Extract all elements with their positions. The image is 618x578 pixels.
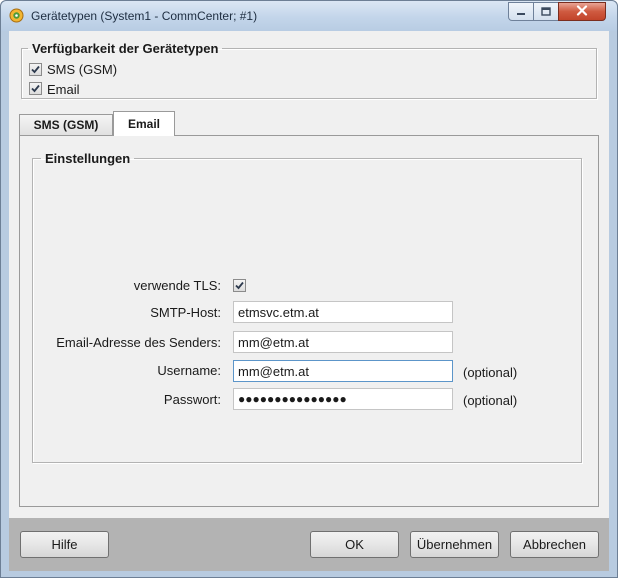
- tls-checkbox[interactable]: [233, 279, 246, 292]
- email-tab-panel: Einstellungen verwende TLS: SMTP-Host: e…: [19, 135, 599, 507]
- email-checkbox[interactable]: [29, 82, 42, 95]
- tab-email[interactable]: Email: [113, 111, 175, 136]
- maximize-icon: [541, 5, 551, 19]
- username-optional-hint: (optional): [463, 365, 518, 380]
- password-input[interactable]: ●●●●●●●●●●●●●●●: [233, 388, 453, 410]
- ok-button[interactable]: OK: [310, 531, 399, 558]
- cancel-button[interactable]: Abbrechen: [510, 531, 599, 558]
- smtp-host-input[interactable]: etmsvc.etm.at: [233, 301, 453, 323]
- settings-group: Einstellungen verwende TLS: SMTP-Host: e…: [32, 151, 582, 463]
- password-label: Passwort:: [163, 392, 221, 407]
- button-bar: Hilfe OK Übernehmen Abbrechen: [9, 518, 609, 571]
- sms-checkbox[interactable]: [29, 63, 42, 76]
- app-icon: [9, 8, 24, 23]
- checkmark-icon: [31, 65, 40, 74]
- password-optional-hint: (optional): [463, 393, 518, 408]
- sender-email-input[interactable]: mm@etm.at: [233, 331, 453, 353]
- close-icon: [576, 4, 588, 19]
- help-button[interactable]: Hilfe: [20, 531, 109, 558]
- dialog-window: Gerätetypen (System1 - CommCenter; #1) V…: [0, 0, 618, 578]
- tls-label: verwende TLS:: [133, 278, 221, 293]
- availability-legend: Verfügbarkeit der Gerätetypen: [32, 41, 219, 56]
- username-label: Username:: [157, 363, 221, 378]
- title-bar[interactable]: Gerätetypen (System1 - CommCenter; #1): [1, 1, 617, 31]
- settings-legend: Einstellungen: [45, 151, 131, 166]
- smtp-host-label: SMTP-Host:: [150, 305, 221, 320]
- window-title: Gerätetypen (System1 - CommCenter; #1): [31, 9, 258, 23]
- minimize-button[interactable]: [508, 2, 534, 21]
- sender-label: Email-Adresse des Senders:: [56, 335, 221, 350]
- email-checkbox-label[interactable]: Email: [47, 82, 80, 97]
- tab-sms-gsm[interactable]: SMS (GSM): [19, 114, 113, 135]
- checkmark-icon: [31, 84, 40, 93]
- dialog-content: Verfügbarkeit der Gerätetypen SMS (GSM) …: [9, 31, 609, 518]
- apply-button[interactable]: Übernehmen: [410, 531, 499, 558]
- maximize-button[interactable]: [533, 2, 559, 21]
- checkmark-icon: [235, 281, 244, 290]
- sms-checkbox-label[interactable]: SMS (GSM): [47, 62, 117, 77]
- username-input[interactable]: mm@etm.at: [233, 360, 453, 382]
- minimize-icon: [516, 5, 526, 19]
- close-button[interactable]: [558, 2, 606, 21]
